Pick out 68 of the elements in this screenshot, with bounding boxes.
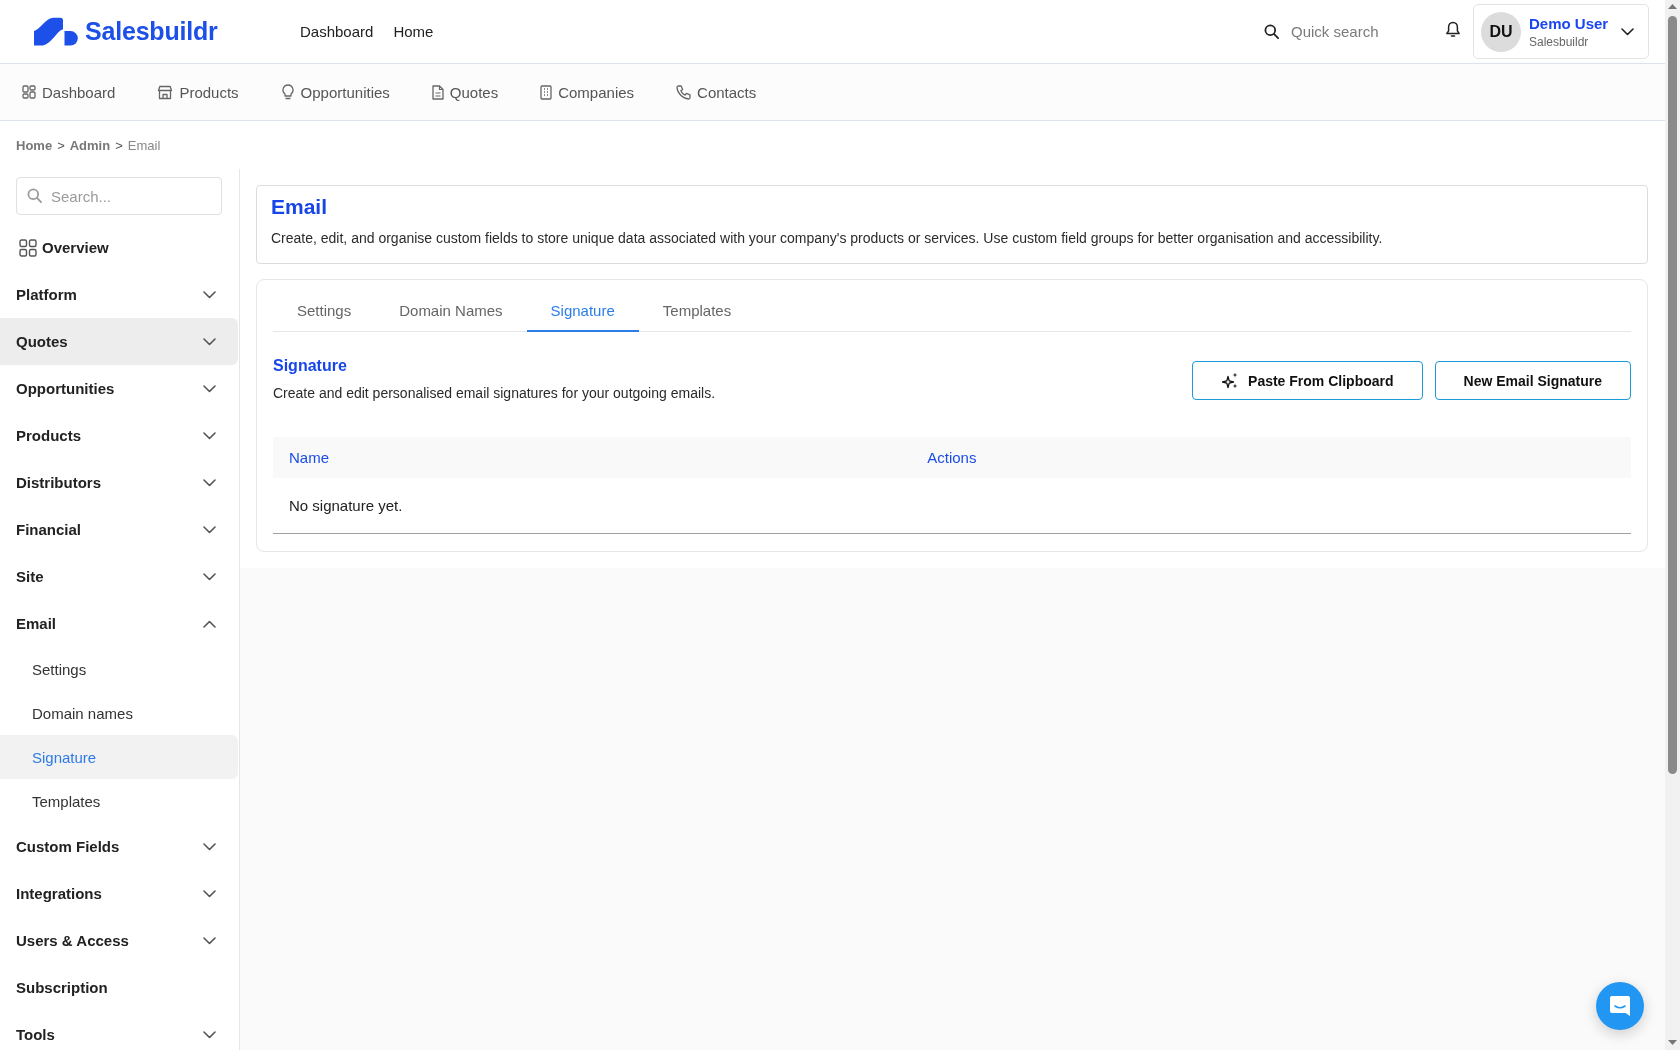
- search-field[interactable]: Quick search: [1291, 23, 1431, 40]
- empty-message: No signature yet.: [289, 497, 403, 514]
- logo-icon: [34, 17, 78, 46]
- scrollbar[interactable]: [1665, 0, 1680, 1050]
- chat-bubble-icon: [1609, 995, 1631, 1017]
- sidebar-subitem[interactable]: Signature: [0, 735, 238, 779]
- nav-link[interactable]: Dashboard: [22, 83, 116, 101]
- store-icon: [157, 84, 174, 100]
- nav-link[interactable]: Dashboard: [300, 23, 374, 40]
- breadcrumb-link[interactable]: Admin: [69, 137, 111, 153]
- nav-link[interactable]: Home: [393, 23, 434, 40]
- user-menu[interactable]: DU Demo User Salesbuildr: [1473, 4, 1649, 59]
- tab[interactable]: Signature: [526, 294, 639, 332]
- sidebar-item[interactable]: Products: [0, 412, 238, 459]
- tab[interactable]: Settings: [273, 294, 376, 332]
- chevron-down-icon: [1621, 27, 1634, 36]
- nav-link[interactable]: Contacts: [676, 83, 757, 101]
- search-icon: [27, 188, 42, 203]
- breadcrumb-current: Email: [127, 137, 161, 153]
- nav-link[interactable]: Companies: [540, 83, 635, 101]
- sidebar-item[interactable]: Integrations: [0, 870, 238, 917]
- sidebar-item[interactable]: Tools: [0, 1011, 238, 1050]
- sidebar-item[interactable]: Opportunities: [0, 365, 238, 412]
- sidebar-subitem[interactable]: Templates: [0, 779, 238, 823]
- sidebar-item[interactable]: Financial: [0, 506, 238, 553]
- sidebar-item[interactable]: Distributors: [0, 459, 238, 506]
- grid-icon: [19, 238, 37, 257]
- sidebar-subitem[interactable]: Domain names: [0, 691, 238, 735]
- page-description: Create, edit, and organise custom fields to store unique data associated with your company's products or services. Use custom field groups for better organisation and accessibility.: [271, 229, 1384, 248]
- arrow-up-icon[interactable]: [1668, 4, 1677, 9]
- sidebar-item[interactable]: Platform: [0, 271, 238, 318]
- new-signature-button[interactable]: New Email Signature: [1434, 361, 1631, 400]
- sidebar-item[interactable]: Site: [0, 553, 238, 600]
- search-icon: [1264, 24, 1279, 39]
- bell-icon[interactable]: [1445, 21, 1461, 38]
- breadcrumb-separator: >: [115, 137, 123, 153]
- nav-link[interactable]: Products: [157, 83, 239, 101]
- phone-icon: [676, 84, 692, 100]
- document-icon: [431, 84, 444, 100]
- scrollbar-thumb[interactable]: [1668, 16, 1677, 774]
- sidebar-item[interactable]: Quotes: [0, 318, 238, 365]
- sidebar-item[interactable]: Users & Access: [0, 917, 238, 964]
- section-description: Create and edit personalised email signatures for your outgoing emails.: [273, 384, 717, 403]
- sidebar-item[interactable]: Overview: [0, 224, 239, 271]
- paste-button[interactable]: Paste From Clipboard: [1192, 361, 1423, 400]
- search-field[interactable]: Search...: [16, 177, 222, 215]
- user-name: Demo User: [1529, 14, 1609, 32]
- lightbulb-icon: [280, 84, 295, 100]
- building-icon: [540, 84, 553, 100]
- sidebar-item[interactable]: Subscription: [0, 964, 238, 1011]
- avatar: DU: [1481, 11, 1521, 52]
- breadcrumb-link[interactable]: Home: [16, 137, 53, 153]
- sidebar-item[interactable]: Email: [0, 600, 238, 647]
- sidebar-subitem[interactable]: Settings: [0, 647, 238, 691]
- column-header[interactable]: Actions: [927, 448, 977, 466]
- column-header[interactable]: Name: [289, 448, 329, 466]
- user-organization: Salesbuildr: [1529, 34, 1589, 49]
- dashboard-icon: [22, 85, 36, 99]
- tab[interactable]: Templates: [638, 294, 756, 332]
- breadcrumb-separator: >: [57, 137, 65, 153]
- nav-link[interactable]: Opportunities: [280, 83, 390, 101]
- section-title: Signature: [273, 356, 348, 376]
- arrow-down-icon[interactable]: [1668, 1040, 1677, 1045]
- sidebar-item[interactable]: Custom Fields: [0, 823, 238, 870]
- page-title: Email: [271, 194, 329, 220]
- logo-text: Salesbuildr: [85, 17, 218, 46]
- nav-link[interactable]: Quotes: [431, 83, 499, 101]
- tab[interactable]: Domain Names: [375, 294, 527, 332]
